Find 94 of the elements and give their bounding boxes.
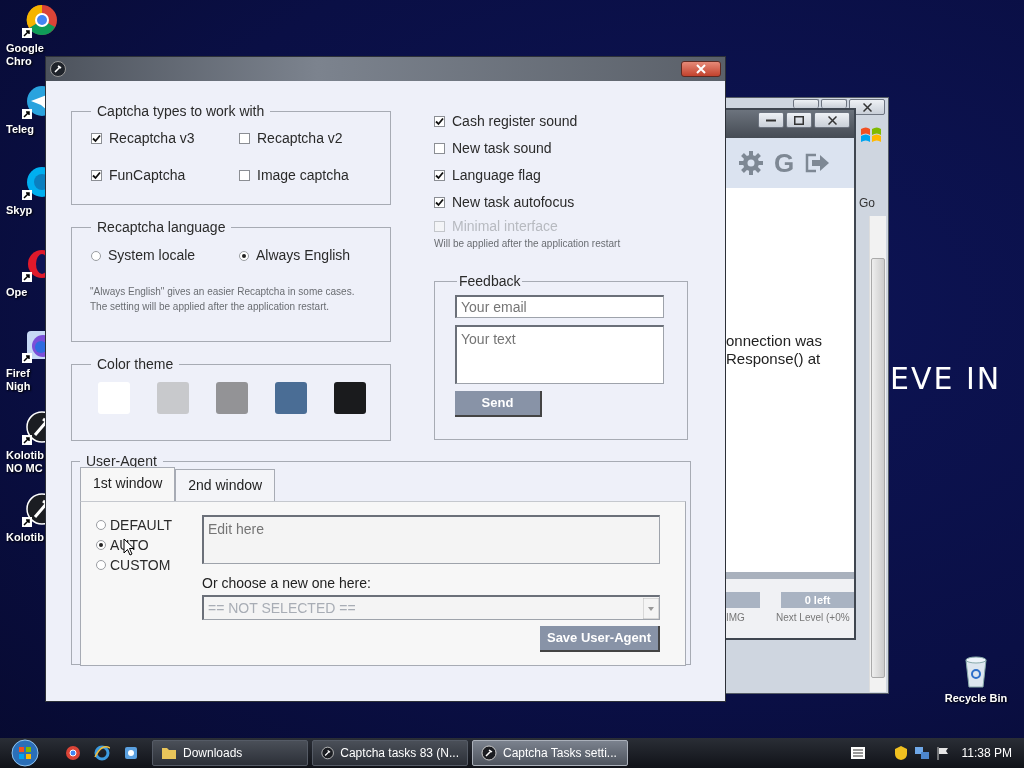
browser-icon[interactable] xyxy=(94,745,110,761)
checkbox-label[interactable]: New task autofocus xyxy=(452,192,575,213)
stat-label: IMG xyxy=(726,611,745,625)
icon-label[interactable]: Kolotib NO MC xyxy=(6,449,44,475)
progress-label: 0 left xyxy=(781,592,854,608)
icon-label[interactable]: Ope xyxy=(6,286,28,299)
email-field[interactable]: Your email xyxy=(455,295,664,318)
close-icon xyxy=(862,102,872,112)
radio-button[interactable] xyxy=(239,250,249,261)
taskbar-label: Captcha Tasks setti... xyxy=(503,745,617,762)
radio-label[interactable]: Always English xyxy=(256,245,351,266)
scroll-thumb[interactable] xyxy=(871,258,885,678)
network-icon[interactable] xyxy=(913,745,930,761)
folder-icon xyxy=(161,746,177,760)
checkbox-label[interactable]: Recaptcha v2 xyxy=(257,128,343,149)
radio-label[interactable]: DEFAULT xyxy=(110,514,172,536)
keyboard-icon[interactable] xyxy=(849,744,866,762)
gear-icon[interactable] xyxy=(738,150,764,176)
checkbox-label[interactable]: Language flag xyxy=(452,165,541,186)
browser-icon[interactable] xyxy=(65,745,81,761)
note-text: Will be applied after the application restart xyxy=(434,237,622,251)
tab[interactable]: 2nd window xyxy=(175,469,276,501)
checkbox[interactable] xyxy=(91,170,102,181)
scrollbar[interactable] xyxy=(869,216,886,692)
window-button[interactable] xyxy=(786,112,812,128)
tab[interactable]: 1st window xyxy=(80,467,176,501)
icon-label[interactable]: Skyp xyxy=(6,204,33,217)
wallpaper-text: EVE IN xyxy=(890,360,1002,398)
user-agent-field[interactable]: Edit here xyxy=(202,515,660,564)
icon-label[interactable]: Kolotib xyxy=(6,531,44,544)
icon-label[interactable]: Google Chro xyxy=(6,42,44,68)
minimize-icon xyxy=(766,118,776,122)
radio-button[interactable] xyxy=(91,250,101,261)
close-icon xyxy=(694,63,708,75)
radio-label[interactable]: System locale xyxy=(108,245,196,266)
icon-label[interactable]: Teleg xyxy=(6,123,34,136)
color-swatch[interactable] xyxy=(275,382,307,414)
checkbox-label[interactable]: Recaptcha v3 xyxy=(109,128,195,149)
checkbox[interactable] xyxy=(434,197,445,208)
color-swatch[interactable] xyxy=(157,382,189,414)
checkbox-label[interactable]: New task sound xyxy=(452,138,552,159)
checkbox-label[interactable]: Cash register sound xyxy=(452,111,578,132)
group-title: Feedback xyxy=(458,273,522,289)
go-button[interactable]: Go xyxy=(859,194,875,212)
color-swatch[interactable] xyxy=(334,382,366,414)
window-button[interactable] xyxy=(814,112,850,128)
note-text: "Always English" gives an easier Recaptcha in some cases. The setting will be applied after the application restart. xyxy=(90,285,356,314)
message-field[interactable]: Your text xyxy=(455,325,664,384)
checkbox[interactable] xyxy=(239,133,250,144)
taskbar-button[interactable]: Downloads xyxy=(152,740,308,766)
app-icon xyxy=(481,745,497,761)
radio-button[interactable] xyxy=(96,540,106,550)
caret-icon xyxy=(643,597,659,619)
icon-label[interactable]: Recycle Bin xyxy=(944,692,1008,705)
stat-bar xyxy=(726,592,760,608)
checkbox[interactable] xyxy=(434,143,445,154)
windows-flag-icon xyxy=(859,125,883,145)
maximize-icon xyxy=(794,115,804,125)
radio-button[interactable] xyxy=(96,520,106,530)
checkbox[interactable] xyxy=(91,133,102,144)
exit-icon[interactable] xyxy=(804,152,831,174)
flag-icon[interactable] xyxy=(935,745,950,761)
app-icon xyxy=(321,745,335,761)
group-title: Captcha types to work with xyxy=(96,103,266,119)
taskbar-label: Downloads xyxy=(183,745,243,762)
close-icon xyxy=(827,115,837,125)
window-button[interactable] xyxy=(758,112,784,128)
checkbox[interactable] xyxy=(434,170,445,181)
icon-label[interactable]: Firef Nigh xyxy=(6,367,31,393)
recycle-bin-icon[interactable] xyxy=(963,656,989,688)
taskbar-label: Captcha tasks 83 (N... xyxy=(340,745,459,762)
radio-button[interactable] xyxy=(96,560,106,570)
stat-label: Next Level (+0% xyxy=(776,611,850,625)
shield-icon[interactable] xyxy=(893,745,908,761)
error-message: onnection was Response() at xyxy=(726,332,822,368)
checkbox[interactable] xyxy=(434,116,445,127)
app-icon xyxy=(50,61,66,77)
close-button[interactable] xyxy=(681,61,721,77)
checkbox[interactable] xyxy=(239,170,250,181)
field-label: Or choose a new one here: xyxy=(202,574,372,593)
group-title: User-Agent xyxy=(85,453,158,469)
taskbar-button[interactable]: Captcha Tasks setti... xyxy=(472,740,628,766)
color-swatch[interactable] xyxy=(216,382,248,414)
clock[interactable]: 11:38 PM xyxy=(961,744,1012,762)
dropdown-value: == NOT SELECTED == xyxy=(208,598,356,618)
window-button[interactable] xyxy=(849,99,885,115)
taskbar-button[interactable]: Captcha tasks 83 (N... xyxy=(312,740,468,766)
checkbox-label[interactable]: Image captcha xyxy=(257,165,349,186)
group-title: Recaptcha language xyxy=(96,219,227,235)
start-button[interactable] xyxy=(9,738,41,768)
checkbox-label[interactable]: FunCaptcha xyxy=(109,165,186,186)
radio-label[interactable]: CUSTOM xyxy=(110,554,171,576)
app-icon[interactable] xyxy=(123,745,139,761)
group-title: Color theme xyxy=(96,356,175,372)
